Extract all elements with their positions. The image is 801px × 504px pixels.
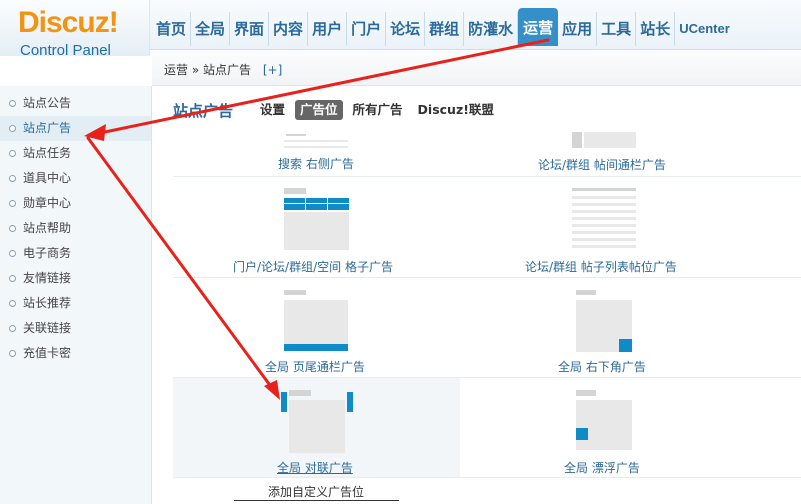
ad-thumb-couplet[interactable]: [281, 390, 353, 453]
ad-position-link[interactable]: 全局 右下角广告: [558, 358, 646, 375]
ad-position-link[interactable]: 全局 页尾通栏广告: [265, 358, 365, 375]
nav-forum[interactable]: 论坛: [386, 12, 426, 46]
sidebar-item-medals[interactable]: 勋章中心: [0, 191, 151, 216]
ad-thumb-thread-banner[interactable]: [572, 132, 636, 148]
ad-position-link[interactable]: 论坛/群组 帖间通栏广告: [538, 156, 666, 173]
nav-ucenter[interactable]: UCenter: [675, 12, 734, 46]
breadcrumb-bar: 运营 » 站点广告 [+]: [152, 50, 801, 86]
sidebar-item-ads[interactable]: 站点广告: [0, 116, 151, 141]
breadcrumb: 运营 » 站点广告 [+]: [164, 61, 282, 78]
row-divider: [173, 377, 801, 378]
ad-thumb-threadlist[interactable]: [572, 188, 636, 248]
ad-position-link[interactable]: 门户/论坛/群组/空间 格子广告: [233, 258, 393, 275]
sidebar-item-help[interactable]: 站点帮助: [0, 216, 151, 241]
sidebar-item-tasks[interactable]: 站点任务: [0, 141, 151, 166]
sidebar-item-ecommerce[interactable]: 电子商务: [0, 241, 151, 266]
sidebar-item-friendlinks[interactable]: 友情链接: [0, 266, 151, 291]
ad-thumb-corner[interactable]: [576, 290, 632, 352]
nav-style[interactable]: 界面: [230, 12, 270, 46]
logo[interactable]: Discuz! Control Panel: [0, 0, 150, 59]
breadcrumb-separator: »: [191, 63, 200, 77]
tab-discuz-union[interactable]: Discuz!联盟: [413, 100, 499, 120]
ad-position-link[interactable]: 搜索 右侧广告: [278, 155, 354, 172]
nav-group[interactable]: 群组: [425, 12, 465, 46]
nav-user[interactable]: 用户: [308, 12, 348, 46]
divider: [234, 500, 399, 501]
sidebar-item-announcement[interactable]: 站点公告: [0, 91, 151, 116]
logo-subtitle: Control Panel: [20, 42, 111, 59]
sidebar-item-recommend[interactable]: 站长推荐: [0, 291, 151, 316]
nav-content[interactable]: 内容: [269, 12, 309, 46]
nav-home[interactable]: 首页: [152, 12, 192, 46]
tab-bar: 设置 广告位 所有广告 Discuz!联盟: [255, 100, 504, 120]
tab-ad-positions[interactable]: 广告位: [295, 100, 343, 120]
nav-operation[interactable]: 运营: [518, 8, 559, 46]
nav-portal[interactable]: 门户: [347, 12, 387, 46]
logo-title: Discuz!: [18, 6, 119, 39]
nav-global[interactable]: 全局: [191, 12, 231, 46]
ad-thumb-float[interactable]: [576, 390, 632, 450]
sidebar: 站点公告 站点广告 站点任务 道具中心 勋章中心 站点帮助 电子商务 友情链接 …: [0, 86, 152, 504]
nav-app[interactable]: 应用: [558, 12, 598, 46]
ad-thumb-grid[interactable]: [284, 188, 349, 250]
tab-all-ads[interactable]: 所有广告: [348, 100, 408, 120]
main-nav: 首页 全局 界面 内容 用户 门户 论坛 群组 防灌水 运营 应用 工具 站长 …: [152, 8, 734, 46]
ad-position-link[interactable]: 全局 对联广告: [277, 459, 353, 476]
sidebar-item-cardcodes[interactable]: 充值卡密: [0, 341, 151, 366]
sidebar-item-relatedlinks[interactable]: 关联链接: [0, 316, 151, 341]
ad-position-link[interactable]: 全局 漂浮广告: [564, 459, 640, 476]
nav-tools[interactable]: 工具: [597, 12, 637, 46]
tab-settings[interactable]: 设置: [255, 100, 290, 120]
row-divider: [173, 277, 801, 278]
ad-thumb-search-right[interactable]: [284, 134, 348, 148]
nav-founder[interactable]: 站长: [636, 12, 676, 46]
ad-position-link[interactable]: 论坛/群组 帖子列表帖位广告: [525, 258, 677, 275]
row-divider: [173, 176, 801, 177]
sidebar-item-magic[interactable]: 道具中心: [0, 166, 151, 191]
ad-thumb-footer-banner[interactable]: [284, 290, 348, 352]
row-divider: [173, 477, 801, 478]
page-title: 站点广告: [173, 102, 234, 120]
add-shortcut-link[interactable]: [+]: [263, 63, 282, 77]
add-custom-ad-position[interactable]: 添加自定义广告位: [268, 483, 364, 500]
breadcrumb-page: 站点广告: [203, 63, 252, 77]
breadcrumb-section[interactable]: 运营: [164, 63, 188, 77]
nav-antispam[interactable]: 防灌水: [464, 12, 519, 46]
